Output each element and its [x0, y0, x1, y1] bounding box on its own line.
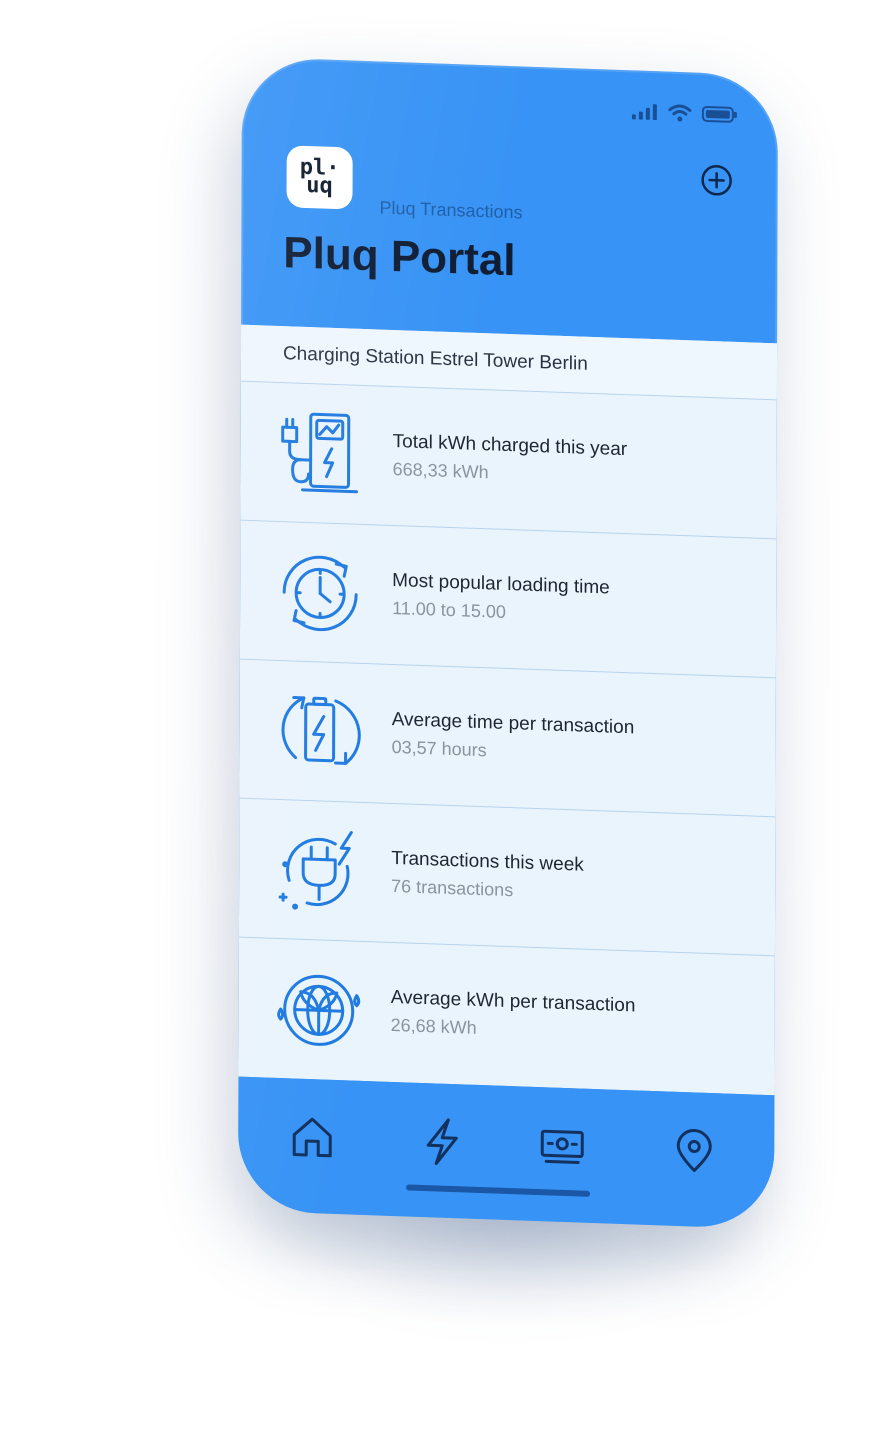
- stat-text: Most popular loading time 11.00 to 15.00: [392, 570, 610, 627]
- pluq-logo: pl· uq: [286, 145, 353, 210]
- stat-value: 11.00 to 15.00: [392, 597, 506, 622]
- plug-icon: [278, 831, 353, 910]
- eco-globe-icon: [277, 974, 361, 1046]
- add-button[interactable]: [700, 163, 734, 198]
- page-subtitle: Pluq Transactions: [379, 197, 523, 223]
- tab-bar: [237, 1076, 775, 1230]
- stats-list: Charging Station Estrel Tower Berlin Tot…: [238, 324, 778, 1096]
- clock-cycle-icon: [282, 555, 358, 632]
- stat-value: 26,68 kWh: [390, 1014, 477, 1038]
- stage: pl· uq Pluq Transactions Pluq Portal Cha…: [0, 0, 894, 1445]
- stat-text: Transactions this week 76 transactions: [391, 848, 584, 904]
- stat-label: Most popular loading time: [392, 569, 610, 599]
- stat-value: 76 transactions: [391, 875, 514, 901]
- stat-row-avg-kwh[interactable]: Average kWh per transaction 26,68 kWh: [238, 938, 774, 1095]
- stat-value: 03,57 hours: [391, 736, 487, 761]
- stat-text: Average time per transaction 03,57 hours: [392, 709, 635, 766]
- logo-text: pl· uq: [299, 154, 340, 199]
- tab-charging[interactable]: [418, 1117, 466, 1167]
- stat-label: Average time per transaction: [391, 708, 635, 739]
- tab-home[interactable]: [288, 1112, 336, 1162]
- stat-label: Total kWh charged this year: [392, 430, 628, 461]
- tab-payments[interactable]: [538, 1121, 586, 1171]
- tab-locations[interactable]: [670, 1126, 718, 1176]
- app-header: pl· uq Pluq Transactions Pluq Portal: [241, 57, 778, 344]
- stat-value: 668,33 kWh: [392, 458, 489, 483]
- battery-cycle-icon: [281, 696, 361, 765]
- stat-text: Total kWh charged this year 668,33 kWh: [393, 431, 628, 488]
- charging-station-icon: [281, 412, 359, 494]
- stat-label: Transactions this week: [391, 847, 584, 876]
- stat-text: Average kWh per transaction 26,68 kWh: [391, 987, 636, 1045]
- stat-label: Average kWh per transaction: [390, 986, 636, 1017]
- stat-row-transactions-week[interactable]: Transactions this week 76 transactions: [238, 798, 776, 957]
- stat-row-popular-time[interactable]: Most popular loading time 11.00 to 15.00: [239, 520, 777, 679]
- stat-row-avg-time[interactable]: Average time per transaction 03,57 hours: [239, 659, 776, 818]
- stat-row-total-kwh[interactable]: Total kWh charged this year 668,33 kWh: [240, 381, 777, 540]
- phone-frame: pl· uq Pluq Transactions Pluq Portal Cha…: [237, 56, 779, 1230]
- page-title: Pluq Portal: [283, 228, 516, 286]
